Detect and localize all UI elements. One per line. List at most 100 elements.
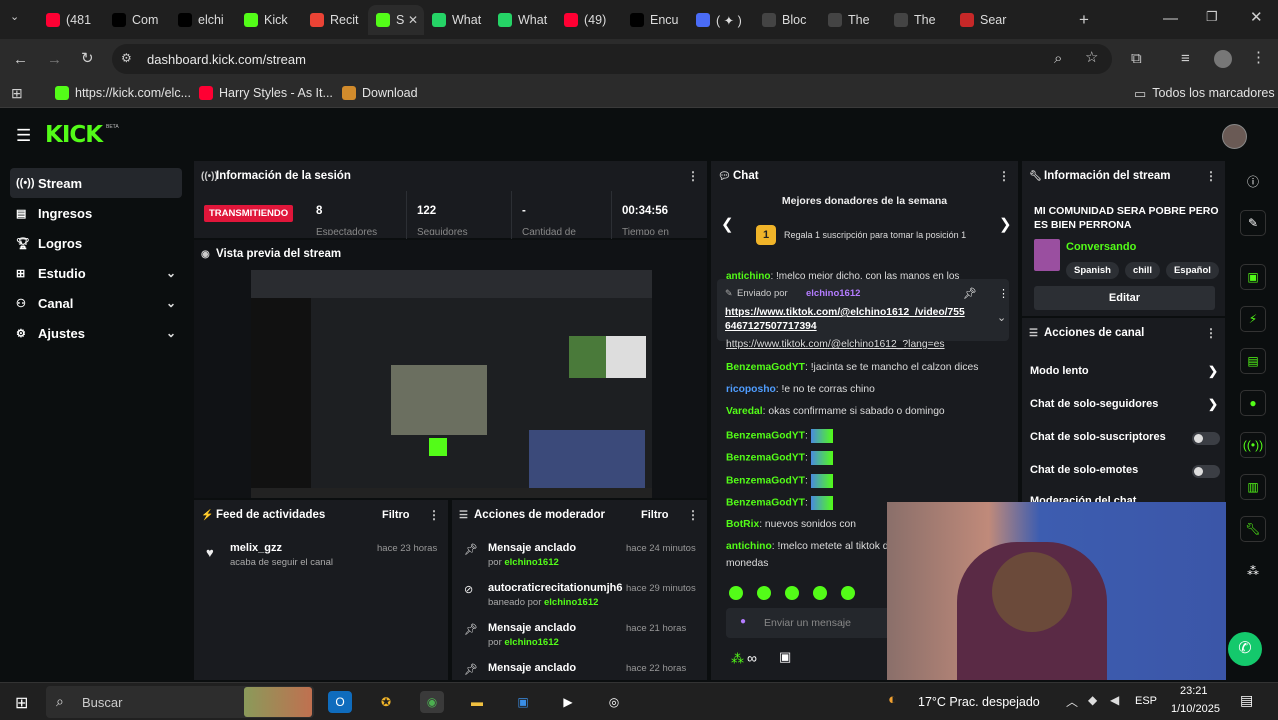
chat-message[interactable]: BotRix: nuevos sonidos con xyxy=(726,519,856,530)
chat-message[interactable]: BenzemaGodYT: xyxy=(726,496,833,510)
volume-icon[interactable]: ◀ xyxy=(1110,693,1119,707)
expand-chevron-icon[interactable]: ⌄ xyxy=(997,311,1006,324)
browser-tab[interactable]: (481 xyxy=(38,5,104,35)
pinned-more-icon[interactable]: ⋮ xyxy=(998,287,1009,300)
browser-tab[interactable]: Recit xyxy=(302,5,368,35)
chat-message[interactable]: https://www.tiktok.com/@elchino1612_?lan… xyxy=(726,339,945,350)
support-chat-button[interactable]: ✆ xyxy=(1228,632,1262,666)
store-icon[interactable]: ▣ xyxy=(511,691,535,713)
browser-tab[interactable]: Sear xyxy=(952,5,1018,35)
chat-message[interactable]: Varedal: okas confirmame si sabado o dom… xyxy=(726,406,945,417)
channel-action-item[interactable]: Chat de solo-seguidores ❯ xyxy=(1030,397,1220,411)
pinned-link[interactable]: https://www.tiktok.com/@elchino1612_/vid… xyxy=(725,306,970,334)
close-window-icon[interactable]: ✕ xyxy=(1250,10,1263,25)
mod-filter-button[interactable]: Filtro xyxy=(641,509,669,521)
edit-pencil-icon[interactable]: ✎ xyxy=(1240,210,1266,236)
zoom-icon[interactable]: ⌕ xyxy=(1054,51,1062,66)
chevron-right-icon[interactable]: ❯ xyxy=(999,217,1012,232)
stream-preview-video[interactable] xyxy=(251,270,652,498)
chat-bubble-icon[interactable]: ● xyxy=(1240,390,1266,416)
infinity-icon[interactable]: ∞ xyxy=(747,650,757,666)
windows-start-icon[interactable]: ⊞ xyxy=(15,693,28,713)
unpin-icon[interactable]: 📌︎ xyxy=(963,287,977,300)
award-app-icon[interactable]: ✪ xyxy=(374,691,398,713)
hamburger-menu-icon[interactable]: ☰ xyxy=(16,127,31,144)
bookmark-item[interactable]: Harry Styles - As It... xyxy=(199,86,333,100)
bolt-icon[interactable]: ⚡︎ xyxy=(1240,306,1266,332)
profile-avatar[interactable] xyxy=(1214,50,1232,68)
pinned-message[interactable]: ✎ Enviado por elchino1612 📌︎ ⋮ https://w… xyxy=(717,279,1009,341)
tab-list-chevron-icon[interactable]: ⌄ xyxy=(10,12,19,23)
browser-tab[interactable]: elchi xyxy=(170,5,236,35)
more-options-icon[interactable]: ⋮ xyxy=(1205,169,1217,183)
feed-filter-button[interactable]: Filtro xyxy=(382,509,410,521)
chat-message[interactable]: BenzemaGodYT: xyxy=(726,451,833,465)
browser-tab[interactable]: ( ✦ ) xyxy=(688,5,754,35)
emote-icon[interactable] xyxy=(813,586,827,600)
new-tab-icon[interactable]: + xyxy=(1079,11,1089,28)
category-thumbnail[interactable] xyxy=(1034,239,1060,271)
more-options-icon[interactable]: ⋮ xyxy=(1205,326,1217,340)
stream-tag[interactable]: chill xyxy=(1124,262,1160,279)
sidebar-item-logros[interactable]: 🏆︎ Logros xyxy=(10,228,182,258)
channel-action-item[interactable]: Modo lento ❯ xyxy=(1030,364,1220,378)
media-player-icon[interactable]: ▶ xyxy=(556,691,580,713)
obs-icon[interactable]: ◎ xyxy=(602,691,626,713)
reload-icon[interactable]: ↻ xyxy=(81,51,94,66)
all-bookmarks-folder[interactable]: ▭ Todos los marcadores xyxy=(1134,86,1275,100)
kick-logo[interactable]: KICK xyxy=(45,122,103,148)
stream-tag[interactable]: Spanish xyxy=(1066,262,1119,279)
user-avatar[interactable] xyxy=(1222,124,1247,149)
browser-menu-icon[interactable]: ⋮ xyxy=(1251,50,1266,65)
taskbar-search[interactable]: ⌕ Buscar xyxy=(46,686,314,718)
browser-tab[interactable]: Encu xyxy=(622,5,688,35)
sidebar-item-stream[interactable]: ((•)) Stream xyxy=(10,168,182,198)
file-explorer-icon[interactable]: ▬ xyxy=(465,691,489,713)
close-tab-icon[interactable]: ✕ xyxy=(408,13,418,27)
toggle-switch[interactable] xyxy=(1192,432,1220,445)
tools-icon[interactable]: 🔧︎ xyxy=(1240,516,1266,542)
emote-icon[interactable] xyxy=(841,586,855,600)
stream-tag[interactable]: Español xyxy=(1165,262,1219,279)
chrome-icon[interactable]: ◉ xyxy=(420,691,444,713)
notifications-icon[interactable]: ▤ xyxy=(1240,692,1253,709)
more-options-icon[interactable]: ⋮ xyxy=(687,169,699,183)
chat-message[interactable]: antichino: !melco metete al tiktok d xyxy=(726,541,889,552)
sidebar-item-canal[interactable]: ⚇ Canal ⌄ xyxy=(10,288,182,318)
chevron-left-icon[interactable]: ❮ xyxy=(721,217,734,232)
browser-tab[interactable]: What xyxy=(490,5,556,35)
browser-tab[interactable]: Com xyxy=(104,5,170,35)
document-icon[interactable]: ▤ xyxy=(1240,348,1266,374)
browser-tab[interactable]: The xyxy=(820,5,886,35)
chat-message[interactable]: ricoposho: !e no te corras chino xyxy=(726,384,875,395)
more-options-icon[interactable]: ⋮ xyxy=(428,508,440,522)
chat-message[interactable]: monedas xyxy=(726,558,768,569)
site-info-icon[interactable]: ⚙ xyxy=(121,52,132,64)
edit-button[interactable]: Editar xyxy=(1034,286,1215,310)
emote-icon[interactable] xyxy=(785,586,799,600)
category-name[interactable]: Conversando xyxy=(1066,241,1136,253)
sidebar-item-ajustes[interactable]: ⚙ Ajustes ⌄ xyxy=(10,318,182,348)
chat-message[interactable]: BenzemaGodYT: xyxy=(726,474,833,488)
media-control-icon[interactable]: ≡ xyxy=(1181,51,1190,66)
address-bar[interactable]: ⚙ dashboard.kick.com/stream ⌕ ☆ xyxy=(112,44,1112,74)
chat-message[interactable]: BenzemaGodYT: !jacinta se te mancho el c… xyxy=(726,362,978,373)
back-icon[interactable]: ← xyxy=(13,52,28,67)
broadcast-icon[interactable]: ((•)) xyxy=(1240,432,1266,458)
more-options-icon[interactable]: ⋮ xyxy=(687,508,699,522)
toggle-switch[interactable] xyxy=(1192,465,1220,478)
sidebar-item-estudio[interactable]: ⊞ Estudio ⌄ xyxy=(10,258,182,288)
chat-message[interactable]: BenzemaGodYT: xyxy=(726,429,833,443)
sidebar-item-ingresos[interactable]: ▤ Ingresos xyxy=(10,198,182,228)
tray-chevron-icon[interactable]: ︿ xyxy=(1066,693,1078,710)
extensions-icon[interactable]: ⧉ xyxy=(1131,51,1142,66)
minimize-icon[interactable]: — xyxy=(1163,11,1178,26)
forward-icon[interactable]: → xyxy=(47,52,62,67)
browser-tab[interactable]: What xyxy=(424,5,490,35)
browser-tab[interactable]: Kick xyxy=(236,5,302,35)
browser-tab[interactable]: The xyxy=(886,5,952,35)
video-icon[interactable]: ▣ xyxy=(1240,264,1266,290)
bookmark-item[interactable]: https://kick.com/elc... xyxy=(55,86,191,100)
info-icon[interactable]: ⓘ xyxy=(1240,168,1266,194)
browser-tab[interactable]: (49) xyxy=(556,5,622,35)
